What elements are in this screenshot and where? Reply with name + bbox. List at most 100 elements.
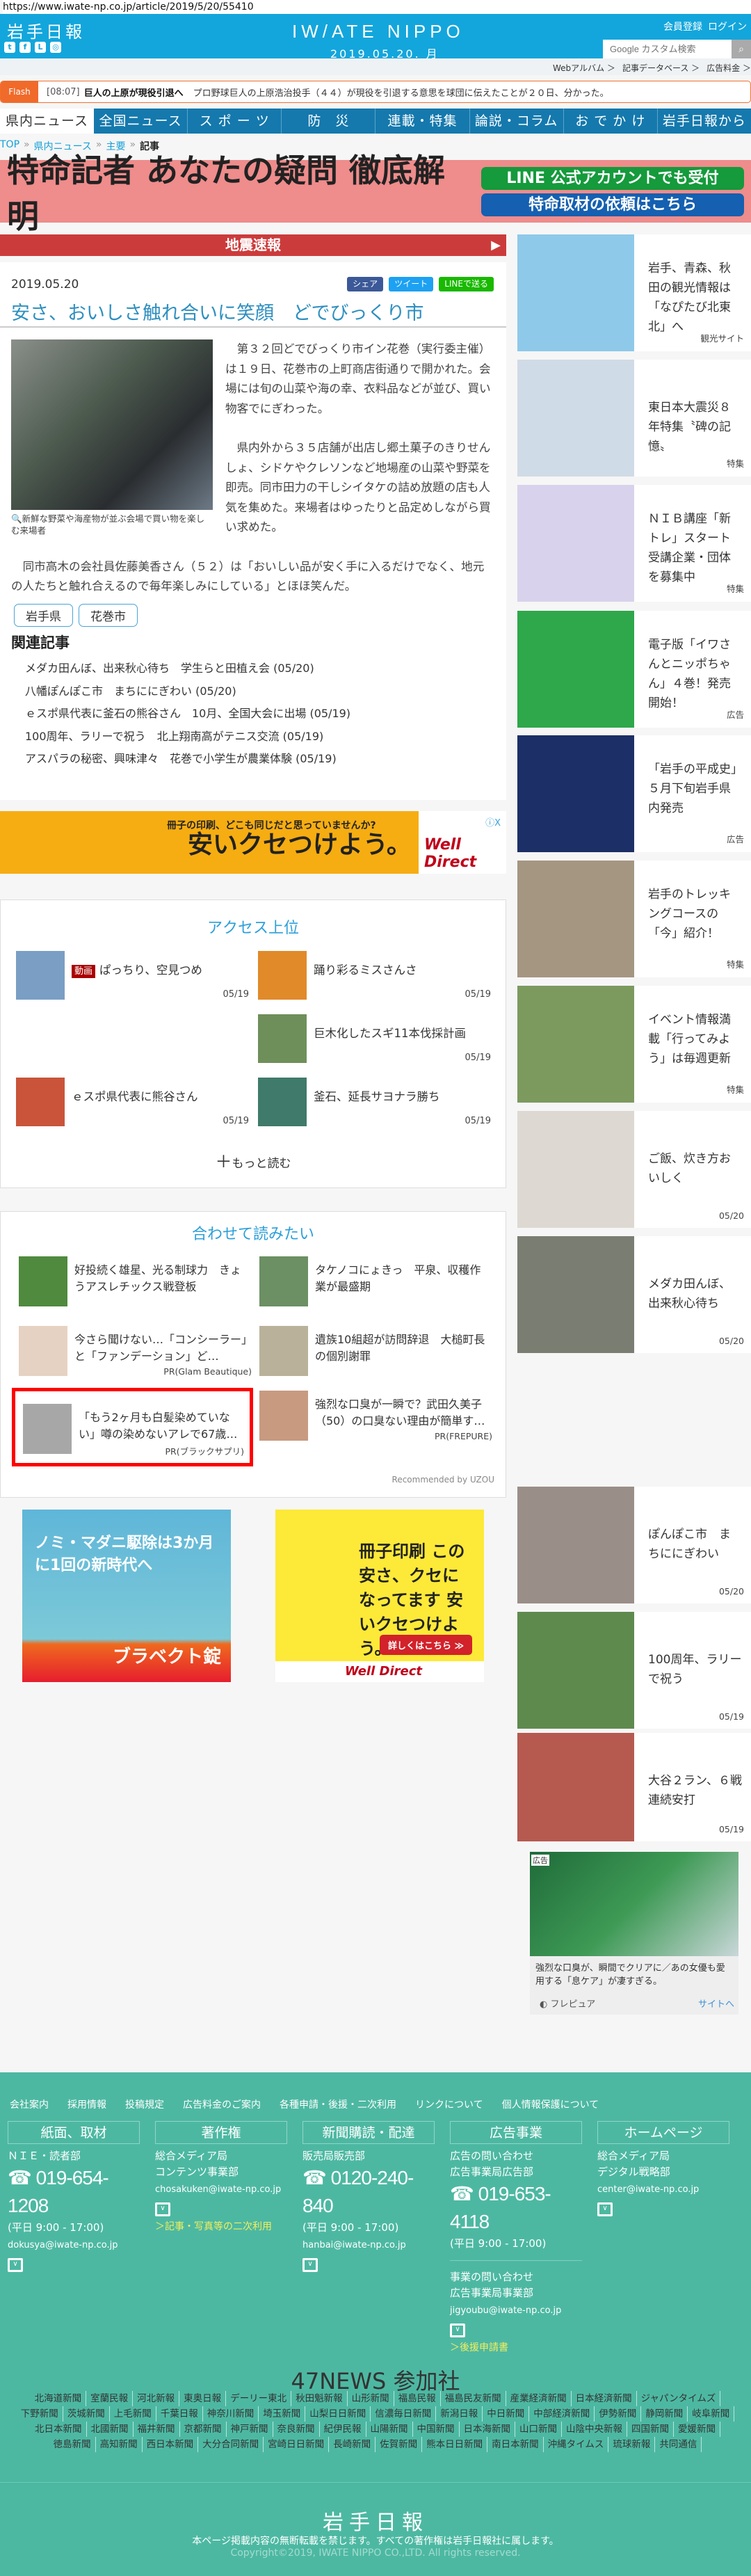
email-address[interactable]: chosakuken@iwate-np.co.jp <box>155 2180 287 2200</box>
instagram-icon[interactable]: ◎ <box>50 42 61 53</box>
email-address[interactable]: dokusya@iwate-np.co.jp <box>8 2236 140 2255</box>
newspaper-link[interactable]: ジャパンタイムズ <box>637 2391 721 2406</box>
sidebar-card[interactable]: 100周年、ラリーで祝う 05/19 <box>517 1612 751 1729</box>
uzou-credit[interactable]: Recommended by UZOU <box>392 1475 494 1485</box>
tweet-button[interactable]: ツイート <box>389 277 434 291</box>
newspaper-link[interactable]: 上毛新聞 <box>110 2406 156 2422</box>
ranking-title[interactable]: 巨木化したスギ11本伐採計画 <box>314 1025 487 1042</box>
sidebar-title[interactable]: 「岩手の平成史」５月下旬岩手県内発売 <box>648 760 742 818</box>
sidebar-card[interactable]: 岩手のトレッキングコースの「今」紹介！ 特集 <box>517 861 751 977</box>
ad-banner[interactable]: 安いクセつけよう。 冊子の印刷、どこも同じだと思っていませんか? Well Di… <box>0 811 506 874</box>
thumbnail[interactable] <box>258 1078 307 1126</box>
sub-link[interactable]: Webアルバム ＞ <box>553 62 615 74</box>
newspaper-link[interactable]: 室蘭民報 <box>86 2391 134 2406</box>
newspaper-link[interactable]: 新潟日報 <box>436 2406 483 2422</box>
footer-link[interactable]: 各種申請・後援・二次利用 <box>280 2097 396 2111</box>
photo-image[interactable] <box>11 339 213 510</box>
thumbnail[interactable] <box>258 1014 307 1063</box>
thumbnail[interactable] <box>16 1078 65 1126</box>
sidebar-title[interactable]: 岩手のトレッキングコースの「今」紹介！ <box>648 885 742 943</box>
sidebar-image[interactable] <box>517 1487 634 1603</box>
flash-news[interactable]: Flash [08:07] 巨人の上原が現役引退へ プロ野球巨人の上原浩治投手（… <box>0 81 751 103</box>
newspaper-link[interactable]: 四国新聞 <box>627 2422 674 2437</box>
tag[interactable]: 花巻市 <box>79 604 138 627</box>
register-link[interactable]: 会員登録 <box>663 19 702 33</box>
sidebar-title[interactable]: 100周年、ラリーで祝う <box>648 1650 742 1689</box>
newspaper-link[interactable]: 京都新聞 <box>180 2422 227 2437</box>
phone-number[interactable]: ☎ 019-654-1208 <box>8 2164 140 2220</box>
newspaper-link[interactable]: 茨城新聞 <box>63 2406 110 2422</box>
newspaper-link[interactable]: 南日本新聞 <box>487 2437 544 2452</box>
sub-link[interactable]: 記事データベース ＞ <box>622 62 700 74</box>
sidebar-title[interactable]: ご飯、炊き方おいしく <box>648 1149 742 1188</box>
footer-link[interactable]: 会社案内 <box>10 2097 49 2111</box>
sidebar-card[interactable]: 東日本大震災８年特集〝碑の記憶〟 特集 <box>517 360 751 477</box>
sidebar-image[interactable] <box>517 360 634 477</box>
footer-link[interactable]: 広告料金のご案内 <box>183 2097 261 2111</box>
sidebar-image[interactable] <box>517 611 634 728</box>
thumbnail[interactable] <box>259 1326 308 1376</box>
email-address[interactable]: jigyoubu@iwate-np.co.jp <box>450 2301 582 2321</box>
newspaper-link[interactable]: 中国新聞 <box>413 2422 460 2437</box>
nav-tab[interactable]: 防 災 <box>281 109 375 134</box>
tag[interactable]: 岩手県 <box>14 604 73 627</box>
sidebar-title[interactable]: ぽんぽこ市 まちににぎわい <box>648 1525 742 1564</box>
mail-icon[interactable]: ∨ <box>155 2202 170 2216</box>
sub-link[interactable]: 広告料金 ＞ <box>706 62 751 74</box>
related-article-link[interactable]: 八幡ぽんぽこ市 まちににぎわい (05/20) <box>25 680 350 703</box>
ad-image[interactable] <box>530 1852 738 1956</box>
line-icon[interactable]: L <box>35 42 46 53</box>
sidebar-card[interactable]: 大谷２ラン、６戦連続安打 05/19 <box>517 1733 751 1841</box>
newspaper-link[interactable]: 沖縄タイムス <box>544 2437 609 2452</box>
line-account-button[interactable]: LINE 公式アカウントでも受付 <box>481 166 744 190</box>
newspaper-link[interactable]: 山形新聞 <box>348 2391 394 2406</box>
newspaper-link[interactable]: 河北新報 <box>133 2391 180 2406</box>
ranking-title[interactable]: 踊り彩るミスさんさ <box>314 962 487 979</box>
thumbnail[interactable] <box>259 1391 308 1441</box>
newspaper-link[interactable]: 北海道新聞 <box>31 2391 87 2406</box>
newspaper-link[interactable]: 信濃毎日新聞 <box>371 2406 437 2422</box>
logo[interactable]: 岩手日報 <box>7 18 85 42</box>
request-button[interactable]: 特命取材の依頼はこちら <box>481 193 744 216</box>
sidebar-title[interactable]: 東日本大震災８年特集〝碑の記憶〟 <box>648 398 742 456</box>
nav-tab[interactable]: 岩手日報から <box>656 109 751 134</box>
facebook-icon[interactable]: f <box>19 42 31 53</box>
newspaper-link[interactable]: 北國新聞 <box>87 2422 134 2437</box>
newspaper-link[interactable]: 日本海新聞 <box>460 2422 515 2437</box>
newspaper-link[interactable]: 大分合同新聞 <box>198 2437 264 2452</box>
sidebar-image[interactable] <box>517 234 634 351</box>
newspaper-link[interactable]: 琉球新報 <box>608 2437 656 2452</box>
newspaper-link[interactable]: 伊勢新聞 <box>595 2406 642 2422</box>
sidebar-card[interactable]: ぽんぽこ市 まちににぎわい 05/20 <box>517 1487 751 1603</box>
newspaper-link[interactable]: 紀伊民報 <box>320 2422 366 2437</box>
login-link[interactable]: ログイン <box>708 19 747 33</box>
ad-welldirect[interactable]: 冊子印刷 この安さ、クセになってます 安いクセつけよう。 詳しくはこちら ≫ W… <box>275 1510 484 1682</box>
related-article-link[interactable]: メダカ田んぼ、出来秋心待ち 学生らと田植え会 (05/20) <box>25 657 350 680</box>
sidebar-title[interactable]: 岩手、青森、秋田の観光情報は「なぴたび北東北」へ <box>648 259 742 337</box>
thumbnail[interactable] <box>258 951 307 1000</box>
footer-link[interactable]: ＞後援申請書 <box>450 2340 582 2356</box>
ranking-title[interactable]: 動画 ぱっちり、空見つめ <box>72 962 245 980</box>
thumbnail[interactable] <box>19 1326 67 1376</box>
newspaper-link[interactable]: 佐賀新聞 <box>376 2437 423 2452</box>
newspaper-link[interactable]: 熊本日日新聞 <box>422 2437 488 2452</box>
ranking-item[interactable]: ｅスポ県代表に熊谷さん 05/19 <box>16 1078 249 1126</box>
sidebar-image[interactable] <box>517 1612 634 1729</box>
newspaper-link[interactable]: 静岡新聞 <box>641 2406 688 2422</box>
newspaper-link[interactable]: 福島民報 <box>394 2391 441 2406</box>
newspaper-link[interactable]: 徳島新聞 <box>49 2437 96 2452</box>
newspaper-link[interactable]: 長崎新聞 <box>329 2437 376 2452</box>
more-button[interactable]: ＋もっと読む <box>1 1148 506 1172</box>
line-share-button[interactable]: LINEで送る <box>439 277 494 291</box>
ranking-item[interactable]: 釜石、延長サヨナラ勝ち 05/19 <box>258 1078 491 1126</box>
newspaper-link[interactable]: 福井新聞 <box>134 2422 180 2437</box>
recommend-title[interactable]: 強烈な口臭が一瞬で？武田久美子（50）の口臭ない理由が簡単す… <box>315 1396 489 1430</box>
newspaper-link[interactable]: 福島民友新聞 <box>441 2391 506 2406</box>
earthquake-bulletin-bar[interactable]: 地震速報 ▶ <box>0 234 506 256</box>
newspaper-link[interactable]: 山陽新聞 <box>366 2422 413 2437</box>
ad-site-link[interactable]: サイトへ <box>698 1997 734 2010</box>
newspaper-link[interactable]: 北日本新聞 <box>31 2422 87 2437</box>
twitter-icon[interactable]: t <box>4 42 15 53</box>
newspaper-link[interactable]: 日本経済新聞 <box>572 2391 637 2406</box>
facebook-share-button[interactable]: シェア <box>347 277 384 291</box>
